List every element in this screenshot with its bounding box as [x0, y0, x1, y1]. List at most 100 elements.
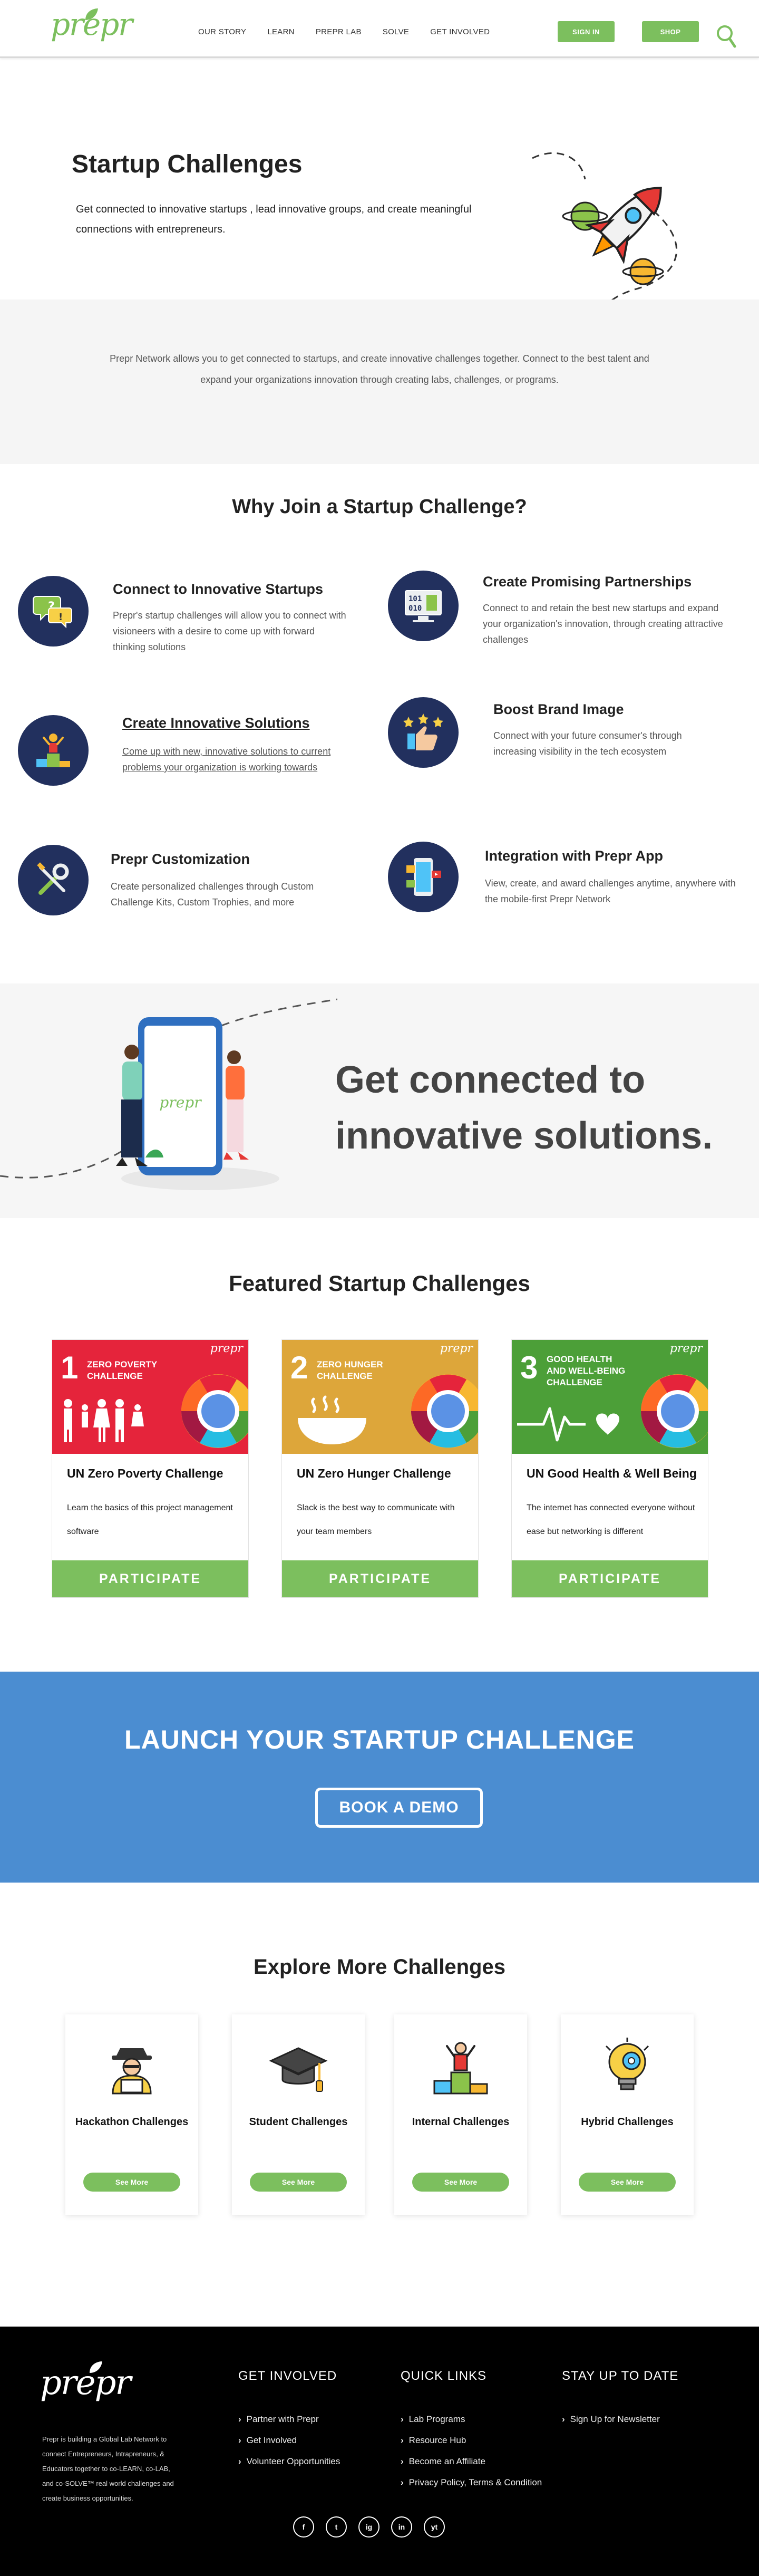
- footer-blurb: Prepr is building a Global Lab Network t…: [42, 2435, 174, 2502]
- nav-solve[interactable]: SOLVE: [383, 27, 409, 36]
- intro-section: Prepr Network allows you to get connecte…: [0, 300, 759, 464]
- intro-text: Prepr Network allows you to get connecte…: [110, 353, 649, 385]
- sdg-wheel-icon: [181, 1374, 248, 1448]
- participate-button[interactable]: PARTICIPATE: [512, 1560, 708, 1597]
- explore-card-title: Hackathon Challenges: [75, 2116, 189, 2128]
- sdg-wheel-icon: [641, 1374, 708, 1448]
- youtube-icon[interactable]: yt: [424, 2516, 445, 2538]
- goal-number: 3: [520, 1350, 538, 1385]
- banner-title: ZERO HUNGER CHALLENGE: [317, 1359, 383, 1381]
- mobile-app-icon: [388, 842, 459, 912]
- thumbs-up-stars-icon: [388, 697, 459, 768]
- footer-col-quick-links: QUICK LINKS Lab Programs Resource Hub Be…: [401, 2369, 542, 2493]
- explore-title: Explore More Challenges: [254, 1955, 505, 1979]
- feature-brand: Boost Brand Image Connect with your futu…: [388, 697, 746, 776]
- svg-text:101: 101: [408, 595, 422, 603]
- connected-band: prepr Get connected to innovative soluti…: [0, 983, 759, 1218]
- phone-people-illustration: prepr: [0, 998, 337, 1190]
- poverty-icon: [64, 1399, 144, 1442]
- banner-title: ZERO POVERTY CHALLENGE: [87, 1359, 157, 1381]
- challenge-banner: 3 GOOD HEALTH AND WELL-BEING CHALLENGE p…: [512, 1340, 708, 1454]
- explore-card: Student Challenges See More: [232, 2014, 365, 2215]
- nav-prepr-lab[interactable]: PREPR LAB: [316, 27, 362, 36]
- challenge-card: 2 ZERO HUNGER CHALLENGE prepr UN Zero Hu…: [281, 1339, 479, 1598]
- shop-button[interactable]: SHOP: [642, 21, 699, 42]
- footer-link[interactable]: Get Involved: [238, 2430, 340, 2451]
- main-nav: OUR STORY LEARN PREPR LAB SOLVE GET INVO…: [198, 27, 490, 36]
- footer-logo[interactable]: prepr: [40, 2361, 131, 2403]
- feature-title: Integration with Prepr App: [485, 848, 664, 864]
- why-join-title: Why Join a Startup Challenge?: [232, 496, 527, 518]
- feature-text: Connect with your future consumer's thro…: [493, 730, 682, 757]
- banner-title: GOOD HEALTH AND WELL-BEING CHALLENGE: [547, 1354, 626, 1387]
- feature-title[interactable]: Create Innovative Solutions: [122, 715, 310, 731]
- banner-logo: prepr: [669, 1342, 703, 1355]
- challenge-title: UN Good Health & Well Being: [527, 1467, 697, 1480]
- hero-subtitle: Get connected to innovative startups , l…: [76, 204, 472, 235]
- feature-title: Connect to Innovative Startups: [113, 581, 324, 597]
- challenge-text: The internet has connected everyone with…: [527, 1503, 695, 1536]
- footer-link[interactable]: Partner with Prepr: [238, 2409, 340, 2430]
- hero-title: Startup Challenges: [72, 150, 303, 178]
- footer-link[interactable]: Lab Programs: [401, 2409, 542, 2430]
- feature-connect: ? ! Connect to Innovative Startups Prepr…: [18, 576, 366, 655]
- challenge-banner: 1 ZERO POVERTY CHALLENGE prepr: [52, 1340, 248, 1454]
- feature-text: Create personalized challenges through C…: [111, 881, 314, 908]
- podium-icon: [433, 2042, 488, 2095]
- search-icon[interactable]: [716, 23, 737, 49]
- nav-learn[interactable]: LEARN: [267, 27, 295, 36]
- leaf-icon: [90, 2361, 102, 2373]
- page: prepr OUR STORY LEARN PREPR LAB SOLVE GE…: [0, 0, 759, 2576]
- facebook-icon[interactable]: f: [293, 2516, 314, 2538]
- book-demo-button[interactable]: BOOK A DEMO: [315, 1788, 483, 1828]
- feature-solutions: Create Innovative Solutions Come up with…: [18, 715, 366, 794]
- explore-card-title: Hybrid Challenges: [581, 2116, 674, 2128]
- footer-link[interactable]: Sign Up for Newsletter: [562, 2409, 678, 2430]
- site-header: prepr OUR STORY LEARN PREPR LAB SOLVE GE…: [0, 0, 759, 58]
- chat-icon: ? !: [18, 576, 89, 647]
- footer-col-stay-up-to-date: STAY UP TO DATE Sign Up for Newsletter: [562, 2369, 678, 2430]
- explore-card-title: Student Challenges: [249, 2116, 348, 2128]
- banner-logo: prepr: [440, 1342, 473, 1355]
- sign-in-button[interactable]: SIGN IN: [558, 21, 615, 42]
- nav-get-involved[interactable]: GET INVOLVED: [430, 27, 490, 36]
- hackathon-icon: [112, 2048, 152, 2095]
- site-footer: prepr Prepr is building a Global Lab Net…: [0, 2327, 759, 2576]
- launch-title: LAUNCH YOUR STARTUP CHALLENGE: [124, 1725, 635, 1754]
- see-more-button[interactable]: See More: [412, 2173, 509, 2192]
- data-screen-icon: 101 010: [388, 571, 459, 641]
- challenge-card: 3 GOOD HEALTH AND WELL-BEING CHALLENGE p…: [511, 1339, 708, 1598]
- see-more-button[interactable]: See More: [250, 2173, 347, 2192]
- footer-link[interactable]: Privacy Policy, Terms & Condition: [401, 2472, 542, 2493]
- banner-logo: prepr: [210, 1342, 243, 1355]
- challenge-text: Learn the basics of this project managem…: [67, 1503, 233, 1536]
- instagram-icon[interactable]: ig: [358, 2516, 380, 2538]
- linkedin-icon[interactable]: in: [391, 2516, 412, 2538]
- footer-link[interactable]: Volunteer Opportunities: [238, 2451, 340, 2472]
- prepr-logo[interactable]: prepr: [51, 8, 133, 40]
- footer-link[interactable]: Become an Affiliate: [401, 2451, 542, 2472]
- feature-text: View, create, and award challenges anyti…: [485, 878, 736, 904]
- footer-col-title: GET INVOLVED: [238, 2369, 337, 2383]
- see-more-button[interactable]: See More: [83, 2173, 180, 2192]
- launch-section: LAUNCH YOUR STARTUP CHALLENGE BOOK A DEM…: [0, 1672, 759, 1883]
- challenge-card: 1 ZERO POVERTY CHALLENGE prepr UN Zero P…: [52, 1339, 249, 1598]
- footer-link[interactable]: Resource Hub: [401, 2430, 542, 2451]
- challenge-title: UN Zero Poverty Challenge: [67, 1467, 223, 1480]
- participate-button[interactable]: PARTICIPATE: [282, 1560, 478, 1597]
- participate-button[interactable]: PARTICIPATE: [52, 1560, 248, 1597]
- footer-col-title: STAY UP TO DATE: [562, 2369, 679, 2383]
- explore-card: Hybrid Challenges See More: [561, 2014, 694, 2215]
- tools-icon: [18, 845, 89, 915]
- feature-partnerships: 101 010 Create Promising Partnerships Co…: [388, 571, 746, 650]
- explore-card: Internal Challenges See More: [394, 2014, 527, 2215]
- footer-col-get-involved: GET INVOLVED Partner with Prepr Get Invo…: [238, 2369, 340, 2472]
- feature-customization: Prepr Customization Create personalized …: [18, 845, 366, 924]
- nav-our-story[interactable]: OUR STORY: [198, 27, 246, 36]
- twitter-icon[interactable]: t: [326, 2516, 347, 2538]
- goal-number: 2: [290, 1350, 308, 1385]
- see-more-button[interactable]: See More: [579, 2173, 676, 2192]
- svg-text:010: 010: [408, 604, 422, 613]
- feature-text[interactable]: Come up with new, innovative solutions t…: [122, 744, 354, 775]
- heartbeat-icon: [517, 1407, 619, 1442]
